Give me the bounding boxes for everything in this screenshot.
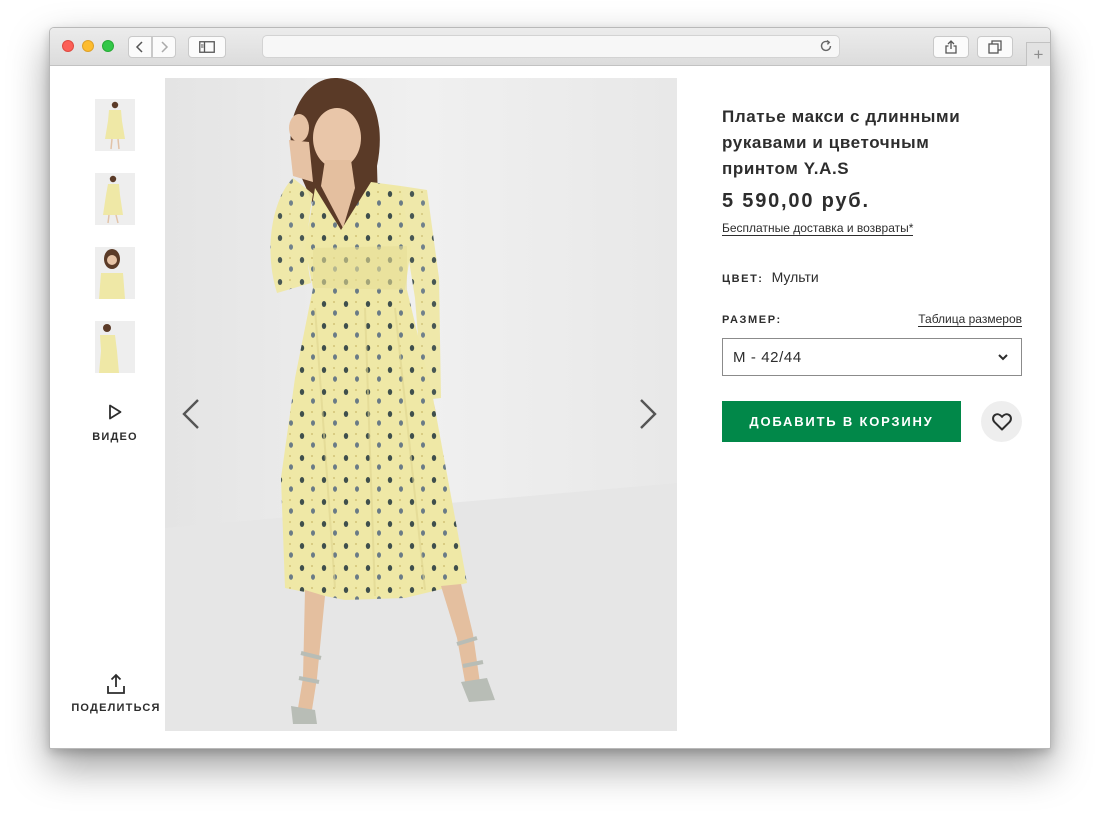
reload-button[interactable] [819,39,833,58]
heart-icon [991,412,1012,430]
back-arrow-icon [135,41,143,53]
chevron-down-icon [998,354,1008,361]
size-label: РАЗМЕР: [722,314,782,326]
color-value: Мульти [771,269,819,285]
video-button[interactable]: ВИДЕО [92,404,138,443]
chevron-left-icon [182,399,199,429]
zoom-window-button[interactable] [102,40,114,52]
chevron-right-icon [640,399,657,429]
color-row: ЦВЕТ: Мульти [722,269,819,285]
reload-icon [820,39,832,52]
product-page: ВИДЕО ПОДЕЛИТЬСЯ Платье макси с длинными… [50,66,1050,748]
product-photo [165,78,677,731]
delivery-link-text: Бесплатные доставка и возвраты [722,221,909,235]
minimize-window-button[interactable] [82,40,94,52]
forward-button[interactable] [152,36,176,58]
new-tab-button[interactable]: + [1026,42,1050,66]
browser-toolbar: + [50,28,1050,66]
share-page-button[interactable] [933,36,969,58]
color-label: ЦВЕТ: [722,273,764,285]
next-image-button[interactable] [636,394,660,434]
close-window-button[interactable] [62,40,74,52]
product-title: Платье макси с длинными рукавами и цвето… [722,107,961,178]
browser-window: + ВИДЕО ПОДЕЛИТЬСЯ Платье макси с длинны… [49,27,1051,749]
share-icon [945,40,957,54]
product-price: 5 590,00 руб. [722,190,870,212]
delivery-asterisk: * [908,221,914,235]
share-button[interactable]: ПОДЕЛИТЬСЯ [68,673,164,714]
thumbnail-2[interactable] [95,173,135,225]
upload-icon [107,673,125,694]
forward-arrow-icon [161,41,169,53]
main-product-image [165,78,677,731]
size-select[interactable]: M - 42/44 [722,338,1022,376]
play-icon [109,404,122,420]
video-label: ВИДЕО [92,431,138,443]
add-to-cart-button[interactable]: ДОБАВИТЬ В КОРЗИНУ [722,401,961,442]
thumbnail-1[interactable] [95,99,135,151]
save-for-later-button[interactable] [981,401,1022,442]
address-bar[interactable] [262,35,840,58]
sidebar-button[interactable] [188,36,226,58]
previous-image-button[interactable] [179,394,203,434]
back-button[interactable] [128,36,152,58]
tabs-icon [988,40,1002,54]
tabs-overview-button[interactable] [977,36,1013,58]
plus-icon: + [1033,44,1044,64]
size-selected-value: M - 42/44 [733,348,802,366]
share-label: ПОДЕЛИТЬСЯ [71,702,161,714]
thumbnail-4[interactable] [95,321,135,373]
thumbnail-3[interactable] [95,247,135,299]
delivery-link[interactable]: Бесплатные доставка и возвраты* [722,221,914,236]
size-chart-link[interactable]: Таблица размеров [918,312,1022,327]
sidebar-icon [199,41,215,53]
